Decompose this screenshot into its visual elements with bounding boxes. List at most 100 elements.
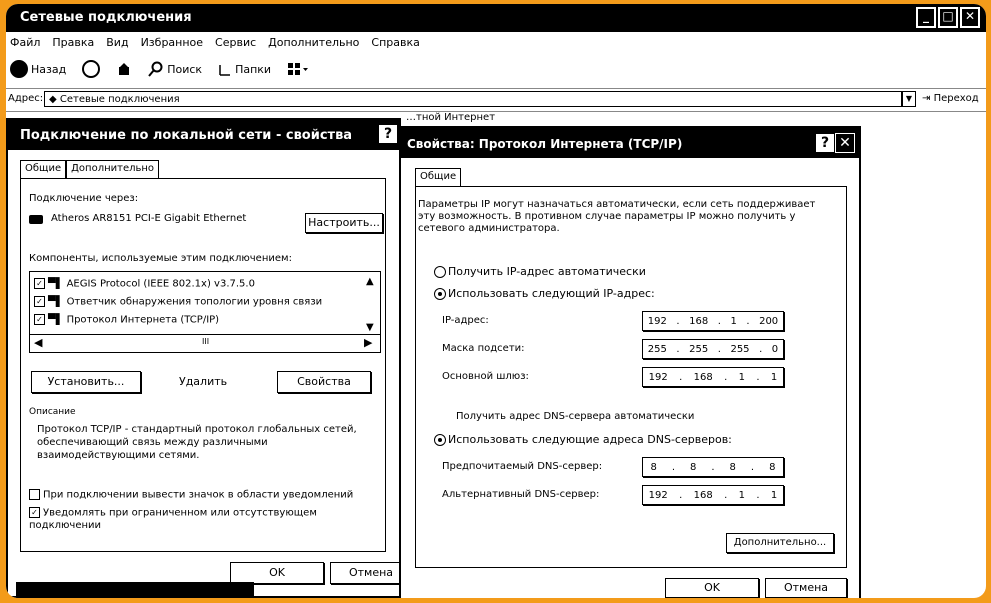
menu-bar: Файл Правка Вид Избранное Сервис Дополни… xyxy=(10,36,420,52)
scroll-thumb[interactable]: III xyxy=(202,337,209,346)
notify-option[interactable]: ✓ Уведомлять при ограниченном или отсутст… xyxy=(29,507,329,532)
menu-advanced[interactable]: Дополнительно xyxy=(268,36,359,52)
menu-tools[interactable]: Сервис xyxy=(215,36,256,52)
alternate-dns-field[interactable]: 192. 168. 1. 1 xyxy=(642,485,784,505)
close-button[interactable]: ✕ xyxy=(960,7,980,28)
protocol-icon: ▀▌ xyxy=(48,314,67,326)
back-button[interactable]: Назад xyxy=(10,60,66,78)
radio-off-icon[interactable] xyxy=(434,266,446,278)
gateway-field[interactable]: 192. 168. 1. 1 xyxy=(642,367,784,387)
scroll-down-icon[interactable]: ▼ xyxy=(366,322,374,333)
dialog2-close-button[interactable]: ✕ xyxy=(835,133,855,153)
folders-icon xyxy=(219,65,231,76)
search-icon xyxy=(148,61,163,77)
dialog2-titlebar: Свойства: Протокол Интернета (TCP/IP) xyxy=(401,128,859,158)
go-arrow-icon: ⇥ xyxy=(922,93,934,104)
dialog2-tabs: Общие xyxy=(415,168,462,186)
radio-on-icon[interactable] xyxy=(434,434,446,446)
horizontal-scrollbar[interactable]: ◀ III ▶ xyxy=(30,334,380,352)
connect-via-label: Подключение через: xyxy=(29,193,139,204)
checkbox-checked-icon[interactable]: ✓ xyxy=(29,507,40,518)
menu-view[interactable]: Вид xyxy=(106,36,128,52)
forward-button[interactable] xyxy=(82,60,101,78)
up-folder-icon xyxy=(119,63,130,75)
views-button[interactable] xyxy=(287,62,309,76)
folders-button[interactable]: Папки xyxy=(218,62,271,76)
menu-favorites[interactable]: Избранное xyxy=(141,36,203,52)
auto-dns-option: Получить адрес DNS-сервера автоматически xyxy=(456,411,695,422)
adapter-name: Atheros AR8151 PCI-E Gigabit Ethernet xyxy=(51,213,247,224)
dialog1-titlebar: Подключение по локальной сети - свойства xyxy=(8,120,399,150)
address-dropdown[interactable]: ▼ xyxy=(902,91,916,107)
scroll-right-icon[interactable]: ▶ xyxy=(364,336,372,349)
dialog1-tabs: Общие Дополнительно xyxy=(20,160,160,178)
checkbox-checked-icon[interactable]: ✓ xyxy=(34,278,45,289)
properties-button[interactable]: Свойства xyxy=(277,371,371,393)
up-button[interactable] xyxy=(116,61,132,77)
install-button[interactable]: Установить... xyxy=(31,371,141,393)
tab-general[interactable]: Общие xyxy=(415,168,462,186)
dialog1-help-button[interactable]: ? xyxy=(378,124,398,144)
preferred-dns-field[interactable]: 8.8.8.8 xyxy=(642,457,784,477)
connection-properties-dialog: Подключение по локальной сети - свойства… xyxy=(6,118,412,598)
ip-address-field[interactable]: 192. 168. 1. 200 xyxy=(642,311,784,331)
menu-help[interactable]: Справка xyxy=(371,36,419,52)
menu-file[interactable]: Файл xyxy=(10,36,40,52)
scroll-up-icon[interactable]: ▲ xyxy=(366,276,374,287)
network-folder-icon: ◆ xyxy=(49,94,60,105)
intro-text: Параметры IP могут назначаться автоматич… xyxy=(418,199,816,234)
tab-advanced[interactable]: Дополнительно xyxy=(66,160,160,178)
description-label: Описание xyxy=(29,407,76,417)
address-input[interactable]: ◆ Сетевые подключения xyxy=(44,91,902,107)
list-item[interactable]: ✓ ▀▌ AEGIS Protocol (IEEE 802.1x) v3.7.5.… xyxy=(34,278,255,290)
checkbox-checked-icon[interactable]: ✓ xyxy=(34,296,45,307)
list-item[interactable]: ✓ ▀▌ Протокол Интернета (TCP/IP) xyxy=(34,314,219,326)
dialog1-title: Подключение по локальной сети - свойства xyxy=(20,128,353,143)
checkbox-unchecked-icon[interactable] xyxy=(29,489,40,500)
background-strip xyxy=(16,582,254,598)
components-list: ✓ ▀▌ AEGIS Protocol (IEEE 802.1x) v3.7.5.… xyxy=(29,271,381,353)
screen-frame: Сетевые подключения _ □ ✕ Файл Правка Ви… xyxy=(6,4,986,598)
dialog2-panel: Параметры IP могут назначаться автоматич… xyxy=(415,186,847,568)
tcpip-properties-dialog: Свойства: Протокол Интернета (TCP/IP) ? … xyxy=(399,126,861,598)
dialog1-panel: Подключение через: Atheros AR8151 PCI-E … xyxy=(20,178,386,552)
maximize-button[interactable]: □ xyxy=(938,7,958,28)
checkbox-checked-icon[interactable]: ✓ xyxy=(34,314,45,325)
description-text: Протокол TCP/IP - стандартный протокол г… xyxy=(37,424,357,461)
remove-button[interactable]: Удалить xyxy=(179,375,227,388)
configure-button[interactable]: Настроить... xyxy=(305,213,383,233)
go-button[interactable]: ⇥ Переход xyxy=(922,93,979,104)
dialog2-help-button[interactable]: ? xyxy=(815,133,835,153)
mask-label: Маска подсети: xyxy=(442,343,525,354)
address-label: Адрес: xyxy=(8,93,44,104)
list-item[interactable]: ✓ ▀▌ Ответчик обнаружения топологии уровн… xyxy=(34,296,322,308)
toolbar: Назад Поиск Папки xyxy=(10,56,309,82)
views-icon xyxy=(288,63,309,75)
scroll-left-icon[interactable]: ◀ xyxy=(34,336,42,349)
advanced-button[interactable]: Дополнительно... xyxy=(726,533,834,553)
gateway-label: Основной шлюз: xyxy=(442,371,529,382)
dialog2-title: Свойства: Протокол Интернета (TCP/IP) xyxy=(407,137,683,151)
auto-ip-option[interactable]: Получить IP-адрес автоматически xyxy=(434,265,646,278)
window-titlebar: Сетевые подключения _ □ ✕ xyxy=(6,4,986,32)
back-arrow-icon xyxy=(10,60,28,78)
dialog1-ok-button[interactable]: OK xyxy=(230,562,324,584)
menu-edit[interactable]: Правка xyxy=(52,36,94,52)
minimize-button[interactable]: _ xyxy=(916,7,936,28)
protocol-icon: ▀▌ xyxy=(48,278,67,290)
alternate-dns-label: Альтернативный DNS-сервер: xyxy=(442,489,600,500)
window-title: Сетевые подключения xyxy=(20,10,192,25)
subnet-mask-field[interactable]: 255. 255. 255. 0 xyxy=(642,339,784,359)
preferred-dns-label: Предпочитаемый DNS-сервер: xyxy=(442,461,603,472)
tab-general[interactable]: Общие xyxy=(20,160,67,178)
radio-on-icon[interactable] xyxy=(434,288,446,300)
dialog2-ok-button[interactable]: OK xyxy=(665,578,759,598)
network-adapter-icon xyxy=(29,215,43,224)
manual-dns-option[interactable]: Использовать следующие адреса DNS-сервер… xyxy=(434,433,732,446)
protocol-icon: ▀▌ xyxy=(48,296,67,308)
search-button[interactable]: Поиск xyxy=(148,61,202,77)
background-text: …тной Интернет xyxy=(406,112,496,123)
manual-ip-option[interactable]: Использовать следующий IP-адрес: xyxy=(434,287,655,300)
dialog2-cancel-button[interactable]: Отмена xyxy=(765,578,847,598)
show-icon-option[interactable]: При подключении вывести значок в области… xyxy=(29,489,353,501)
